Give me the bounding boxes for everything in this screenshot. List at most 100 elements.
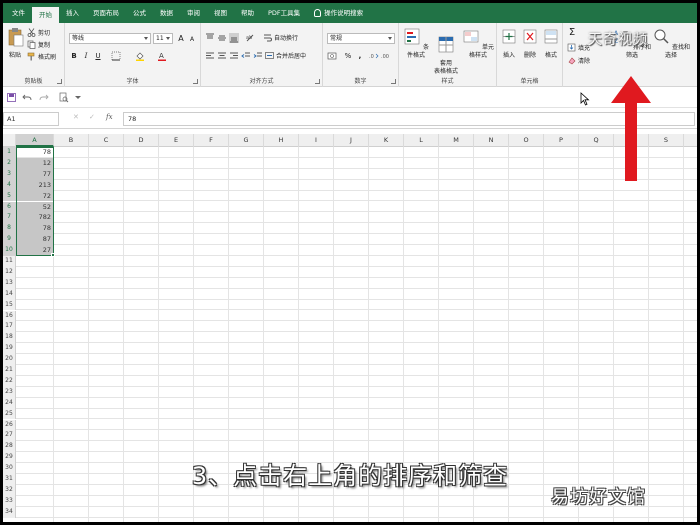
increase-decimal-icon[interactable]: .0	[369, 51, 379, 61]
comma-button[interactable]: ,	[355, 51, 365, 61]
enter-icon[interactable]: ✓	[89, 113, 95, 121]
tab-help[interactable]: 帮助	[234, 3, 261, 23]
font-launcher-icon[interactable]	[193, 79, 198, 84]
italic-button[interactable]: I	[81, 51, 91, 61]
row-header[interactable]: 16	[3, 310, 16, 322]
row-header[interactable]: 2	[3, 157, 16, 169]
tab-pdf-tools[interactable]: PDF工具集	[261, 3, 307, 23]
font-name-combo[interactable]: 等线	[69, 33, 151, 44]
row-header[interactable]: 13	[3, 277, 16, 289]
align-top-icon[interactable]	[205, 33, 215, 43]
row-header[interactable]: 25	[3, 408, 16, 420]
increase-indent-icon[interactable]	[253, 51, 263, 61]
tab-view[interactable]: 视图	[207, 3, 234, 23]
merge-center-button[interactable]: 合并后居中	[265, 51, 306, 60]
clipboard-launcher-icon[interactable]	[57, 79, 62, 84]
decrease-indent-icon[interactable]	[241, 51, 251, 61]
find-select-button[interactable]: 查找和选择	[651, 27, 691, 60]
tab-home[interactable]: 开始	[32, 7, 59, 23]
row-header[interactable]: 3	[3, 168, 16, 180]
column-header-c[interactable]: C	[89, 134, 124, 147]
row-header[interactable]: 8	[3, 223, 16, 235]
align-right-icon[interactable]	[229, 51, 239, 61]
column-header-a[interactable]: A	[16, 134, 54, 147]
tab-file[interactable]: 文件	[5, 3, 32, 23]
cell-styles-button[interactable]: 单元格样式	[461, 27, 495, 60]
column-header-b[interactable]: B	[54, 134, 89, 147]
column-header-l[interactable]: L	[404, 134, 439, 147]
underline-button[interactable]: U	[93, 51, 103, 61]
save-icon[interactable]	[7, 93, 16, 102]
undo-icon[interactable]	[22, 93, 32, 102]
row-header[interactable]: 1	[3, 147, 16, 158]
align-bottom-icon[interactable]	[229, 33, 239, 43]
row-header[interactable]: 21	[3, 365, 16, 376]
fill-color-icon[interactable]	[135, 51, 145, 61]
borders-icon[interactable]	[111, 51, 121, 61]
column-header-d[interactable]: D	[124, 134, 159, 147]
row-header[interactable]: 26	[3, 419, 16, 431]
alignment-launcher-icon[interactable]	[315, 79, 320, 84]
column-header-k[interactable]: K	[369, 134, 404, 147]
number-launcher-icon[interactable]	[391, 79, 396, 84]
wrap-text-button[interactable]: 自动换行	[263, 33, 298, 42]
row-header[interactable]: 18	[3, 332, 16, 344]
row-header[interactable]: 4	[3, 179, 16, 191]
row-header[interactable]: 6	[3, 201, 16, 213]
column-header-m[interactable]: M	[439, 134, 474, 147]
tab-formulas[interactable]: 公式	[126, 3, 153, 23]
format-painter-button[interactable]: 格式刷	[27, 52, 56, 61]
insert-cells-button[interactable]: 插入	[499, 27, 519, 60]
delete-cells-button[interactable]: 删除	[520, 27, 540, 60]
redo-icon[interactable]	[39, 93, 49, 102]
column-header-j[interactable]: J	[334, 134, 369, 147]
row-header[interactable]: 20	[3, 354, 16, 365]
tab-review[interactable]: 审阅	[180, 3, 207, 23]
cancel-icon[interactable]: ✕	[73, 113, 79, 121]
row-header[interactable]: 7	[3, 212, 16, 224]
row-header[interactable]: 15	[3, 299, 16, 311]
print-preview-icon[interactable]	[59, 92, 69, 103]
column-header-o[interactable]: O	[509, 134, 544, 147]
currency-icon[interactable]	[327, 51, 337, 61]
cut-button[interactable]: 剪切	[27, 28, 50, 37]
column-header-i[interactable]: I	[299, 134, 334, 147]
align-middle-icon[interactable]	[217, 33, 227, 43]
shrink-font-button[interactable]: A	[187, 35, 197, 45]
column-header-f[interactable]: F	[194, 134, 229, 147]
tab-insert[interactable]: 插入	[59, 3, 86, 23]
row-header[interactable]: 22	[3, 375, 16, 387]
tab-data[interactable]: 数据	[153, 3, 180, 23]
percent-button[interactable]: %	[343, 51, 353, 61]
align-left-icon[interactable]	[205, 51, 215, 61]
name-box[interactable]: A1	[3, 112, 59, 126]
format-cells-button[interactable]: 格式	[541, 27, 561, 60]
autosum-button[interactable]: Σ	[567, 28, 577, 38]
row-header[interactable]: 19	[3, 343, 16, 355]
number-format-combo[interactable]: 常规	[327, 33, 395, 44]
fill-handle[interactable]	[51, 253, 55, 257]
paste-button[interactable]: 粘贴	[7, 27, 24, 60]
copy-button[interactable]: 复制	[27, 40, 50, 49]
row-header[interactable]: 23	[3, 386, 16, 398]
row-header[interactable]: 11	[3, 256, 16, 267]
column-header-g[interactable]: G	[229, 134, 264, 147]
column-header-h[interactable]: H	[264, 134, 299, 147]
font-size-combo[interactable]: 11	[153, 33, 173, 44]
orientation-icon[interactable]: ab	[245, 33, 255, 43]
tell-me-search[interactable]: 操作说明搜索	[307, 3, 370, 23]
row-header[interactable]: 17	[3, 321, 16, 333]
row-header[interactable]: 10	[3, 245, 16, 256]
font-color-icon[interactable]: A	[157, 51, 167, 61]
row-header[interactable]: 14	[3, 288, 16, 300]
row-header[interactable]: 33	[3, 495, 16, 507]
grow-font-button[interactable]: A	[176, 34, 186, 44]
insert-function-icon[interactable]: fx	[106, 113, 113, 121]
row-header[interactable]: 27	[3, 430, 16, 442]
format-as-table-button[interactable]: 套用 表格格式	[431, 27, 461, 76]
row-header[interactable]: 24	[3, 397, 16, 409]
column-header-n[interactable]: N	[474, 134, 509, 147]
column-header-e[interactable]: E	[159, 134, 194, 147]
conditional-formatting-button[interactable]: 条件格式	[401, 27, 431, 60]
select-all-corner[interactable]	[3, 134, 16, 147]
